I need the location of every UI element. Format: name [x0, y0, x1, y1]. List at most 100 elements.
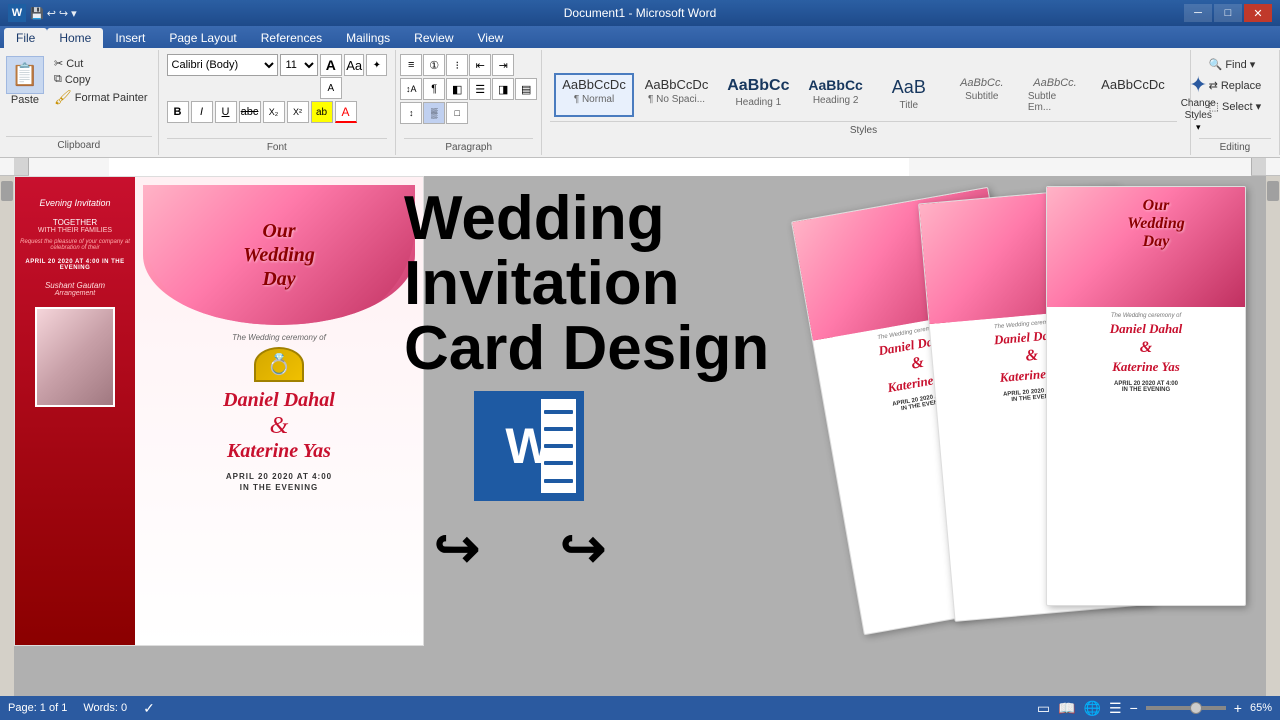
- right-arrow: ↪: [560, 516, 606, 580]
- logo-line-5: [544, 479, 573, 483]
- style-subtitle[interactable]: AaBbCc. Subtitle: [947, 73, 1017, 117]
- clear-format-button[interactable]: Aa: [344, 54, 365, 76]
- style-heading2-label: Heading 2: [813, 95, 859, 106]
- status-right: ▭ 📖 🌐 ☰ − + 65%: [1037, 700, 1272, 717]
- justify-button[interactable]: ▤: [515, 78, 537, 100]
- superscript-button[interactable]: X²: [287, 101, 309, 123]
- maximize-button[interactable]: □: [1214, 4, 1242, 22]
- style-title[interactable]: AaB Title: [874, 73, 944, 117]
- style-normal-preview: AaBbCcDc: [562, 77, 626, 92]
- logo-line-4: [544, 461, 573, 465]
- border-button[interactable]: □: [446, 102, 468, 124]
- tab-view[interactable]: View: [466, 28, 516, 48]
- style-extra[interactable]: AaBbCcDc: [1093, 73, 1173, 117]
- tab-insert[interactable]: Insert: [103, 28, 157, 48]
- align-right-button[interactable]: ◨: [492, 78, 514, 100]
- style-normal[interactable]: AaBbCcDc ¶ Normal: [554, 73, 634, 117]
- tab-review[interactable]: Review: [402, 28, 465, 48]
- dropdown-icon[interactable]: ▾: [71, 7, 77, 20]
- ribbon: 📋 Paste ✂ Cut ⧉ Copy 🖌 Format Painter Cl…: [0, 48, 1280, 158]
- style-no-spacing[interactable]: AaBbCcDc ¶ No Spaci...: [637, 73, 717, 117]
- paragraph-label: Paragraph: [404, 138, 533, 153]
- arrangement-text: Arrangement: [55, 290, 95, 297]
- highlight-button[interactable]: ab: [311, 101, 333, 123]
- undo-icon[interactable]: ↩: [47, 7, 56, 20]
- replace-button[interactable]: ⇄ Replace: [1205, 77, 1266, 94]
- zoom-out-button[interactable]: −: [1130, 700, 1138, 716]
- align-left-button[interactable]: ◧: [446, 78, 468, 100]
- word-count: Words: 0: [83, 702, 127, 714]
- style-heading1-preview: AaBbCc: [727, 77, 789, 95]
- bold-button[interactable]: B: [167, 101, 189, 123]
- save-icon[interactable]: 💾: [30, 7, 44, 20]
- decrease-indent-button[interactable]: ⇤: [469, 54, 491, 76]
- clipboard-group: 📋 Paste ✂ Cut ⧉ Copy 🖌 Format Painter Cl…: [0, 50, 159, 155]
- full-reading-icon[interactable]: 📖: [1058, 700, 1075, 717]
- paste-icon: 📋: [6, 56, 44, 94]
- show-marks-button[interactable]: ¶: [423, 78, 445, 100]
- editing-group: 🔍 Find ▾ ⇄ Replace ⬚ Select ▾ Editing: [1191, 50, 1280, 155]
- style-heading2-preview: AaBbCc: [808, 77, 862, 93]
- shrink-font-button[interactable]: A: [320, 77, 342, 99]
- format-painter-button[interactable]: 🖌 Format Painter: [50, 88, 152, 107]
- rings-icon: 💍: [254, 347, 304, 382]
- line-spacing-button[interactable]: ↕: [400, 102, 422, 124]
- ruler: [0, 158, 1280, 176]
- styles-label: Styles: [550, 121, 1176, 136]
- minimize-button[interactable]: ─: [1184, 4, 1212, 22]
- style-extra-preview: AaBbCcDc: [1101, 77, 1165, 92]
- increase-indent-button[interactable]: ⇥: [492, 54, 514, 76]
- text-color-button[interactable]: A: [335, 101, 357, 123]
- document-area: Evening Invitation TOGETHER WITH THEIR F…: [14, 176, 1266, 696]
- style-heading2[interactable]: AaBbCc Heading 2: [800, 73, 870, 117]
- style-heading1[interactable]: AaBbCc Heading 1: [719, 73, 797, 117]
- redo-icon[interactable]: ↪: [59, 7, 68, 20]
- sort-button[interactable]: ↕A: [400, 78, 422, 100]
- italic-button[interactable]: I: [191, 101, 213, 123]
- tab-page-layout[interactable]: Page Layout: [157, 28, 248, 48]
- ruler-body: [28, 158, 1252, 175]
- left-arrow: ↩: [434, 516, 480, 580]
- find-button[interactable]: 🔍 Find ▾: [1205, 56, 1266, 73]
- font-family-select[interactable]: Calibri (Body): [167, 54, 279, 76]
- select-button[interactable]: ⬚ Select ▾: [1205, 98, 1266, 115]
- shading-button[interactable]: ▒: [423, 102, 445, 124]
- card-right-column: OurWeddingDay The Wedding ceremony of 💍 …: [135, 177, 423, 645]
- outline-icon[interactable]: ☰: [1109, 700, 1122, 717]
- cut-button[interactable]: ✂ Cut: [50, 56, 152, 71]
- date-bottom-text: APRIL 20 2020 AT 4:00IN THE EVENING: [226, 471, 332, 493]
- align-center-button[interactable]: ☰: [469, 78, 491, 100]
- multilevel-button[interactable]: ⁝: [446, 54, 468, 76]
- tab-home[interactable]: Home: [47, 28, 103, 48]
- tab-file[interactable]: File: [4, 28, 47, 48]
- bullets-button[interactable]: ≡: [400, 54, 422, 76]
- numbering-button[interactable]: ①: [423, 54, 445, 76]
- tab-mailings[interactable]: Mailings: [334, 28, 402, 48]
- zoom-in-button[interactable]: +: [1234, 700, 1242, 716]
- style-subtitle-preview: AaBbCc.: [960, 77, 1003, 89]
- right-card-3-top: OurWeddingDay: [1047, 187, 1245, 307]
- underline-button[interactable]: U: [215, 101, 237, 123]
- grow-font-button[interactable]: A: [320, 54, 342, 76]
- change-case-button[interactable]: ✦: [366, 54, 387, 76]
- word-logo: W: [474, 391, 584, 501]
- subscript-button[interactable]: X₂: [263, 101, 285, 123]
- strikethrough-button[interactable]: abc: [239, 101, 261, 123]
- font-label: Font: [167, 138, 388, 153]
- window-controls: ─ □ ✕: [1184, 4, 1272, 22]
- copy-button[interactable]: ⧉ Copy: [50, 72, 152, 87]
- scrollbar-left[interactable]: [0, 176, 14, 696]
- web-layout-icon[interactable]: 🌐: [1084, 700, 1101, 717]
- evening-invitation-text: Evening Invitation: [39, 197, 110, 210]
- close-button[interactable]: ✕: [1244, 4, 1272, 22]
- font-size-select[interactable]: 11: [280, 54, 317, 76]
- right-cards-stack: The Wedding ceremony of Daniel Dahal&Kat…: [826, 176, 1266, 646]
- scrollbar-right[interactable]: [1266, 176, 1280, 696]
- zoom-slider[interactable]: [1146, 706, 1226, 710]
- print-layout-icon[interactable]: ▭: [1037, 700, 1050, 717]
- style-title-preview: AaB: [892, 77, 926, 98]
- tab-references[interactable]: References: [249, 28, 334, 48]
- style-subtle-em[interactable]: AaBbCc. Subtle Em...: [1020, 73, 1090, 117]
- copy-icon: ⧉: [54, 73, 62, 86]
- paste-button[interactable]: 📋 Paste: [6, 56, 44, 106]
